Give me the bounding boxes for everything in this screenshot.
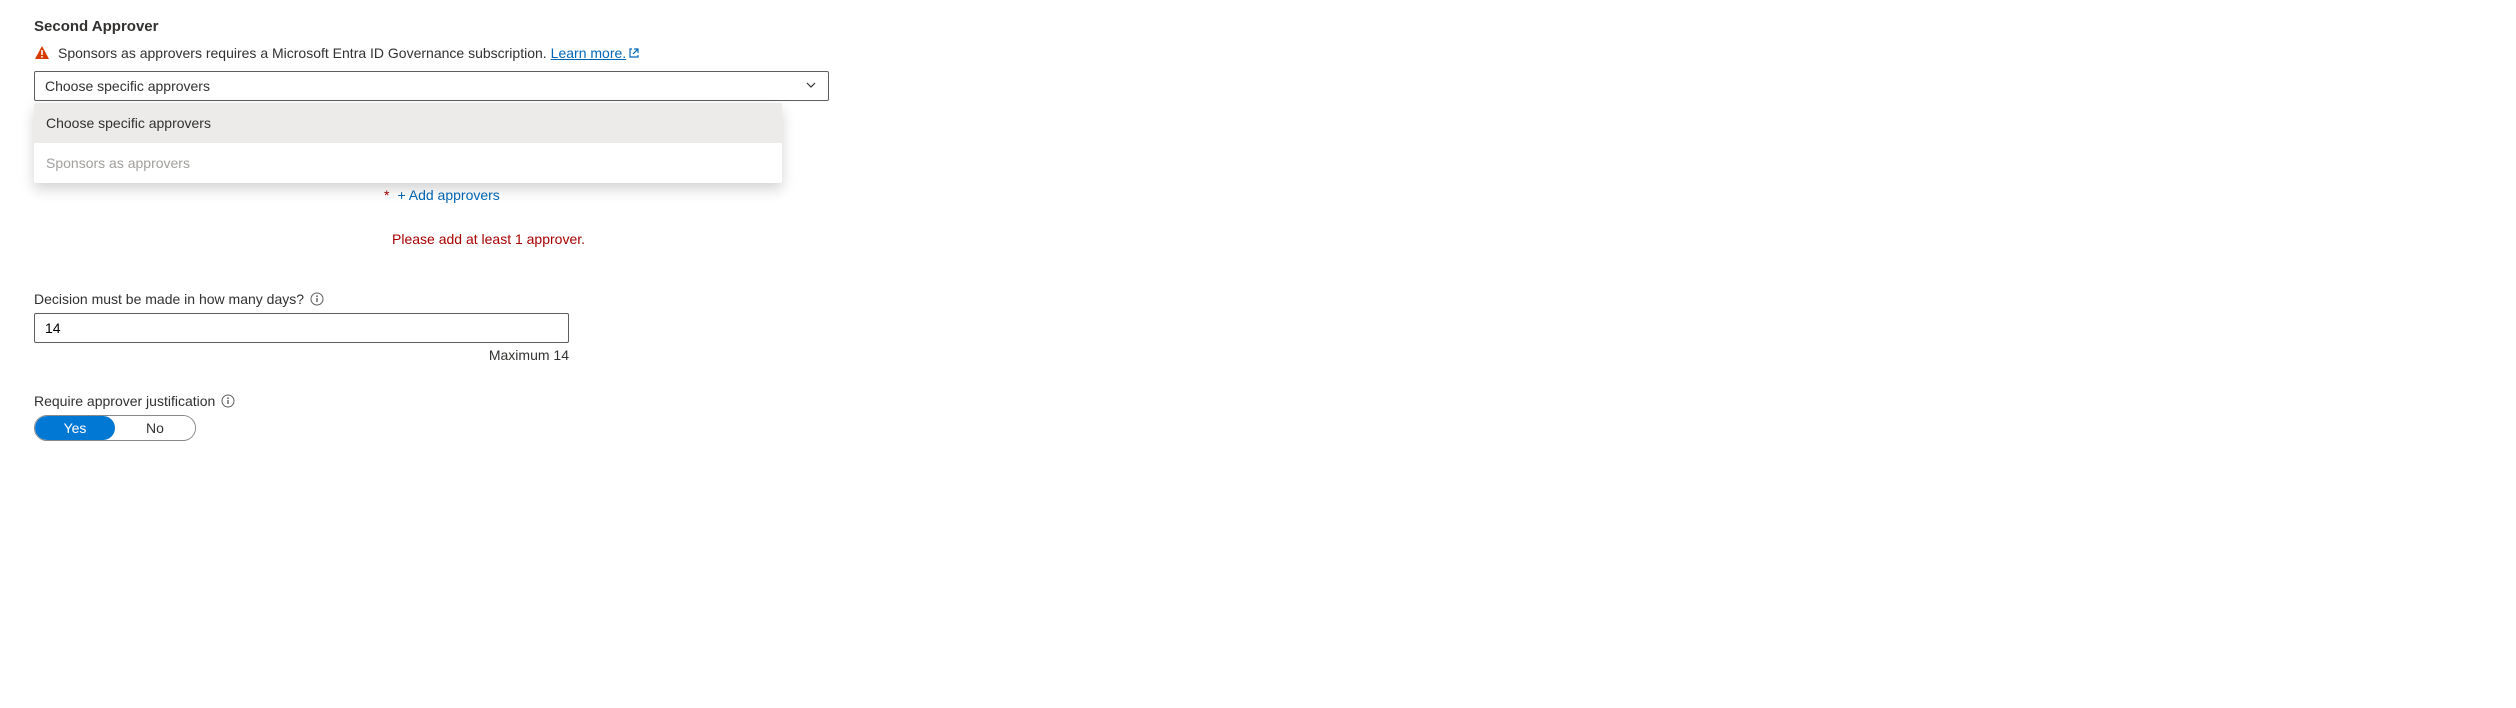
warning-text: Sponsors as approvers requires a Microso… xyxy=(58,45,547,61)
learn-more-link[interactable]: Learn more. xyxy=(551,45,626,61)
approver-type-dropdown[interactable]: Choose specific approvers xyxy=(34,71,829,101)
option-sponsors: Sponsors as approvers xyxy=(34,143,782,183)
approver-type-dropdown-wrapper: Choose specific approvers Choose specifi… xyxy=(34,71,829,101)
add-approvers-row: * + Add approvers xyxy=(384,187,2482,203)
warning-triangle-icon xyxy=(34,45,50,61)
decision-days-label-row: Decision must be made in how many days? xyxy=(34,291,2482,307)
option-choose-specific[interactable]: Choose specific approvers xyxy=(34,103,782,143)
add-approvers-link[interactable]: + Add approvers xyxy=(397,187,499,203)
required-indicator: * xyxy=(384,187,389,203)
decision-days-input[interactable] xyxy=(34,313,569,343)
approver-type-selected: Choose specific approvers xyxy=(45,78,210,94)
justification-no[interactable]: No xyxy=(115,416,195,440)
justification-label-row: Require approver justification xyxy=(34,393,2482,409)
section-title: Second Approver xyxy=(34,18,2482,35)
external-link-icon xyxy=(628,47,640,59)
justification-toggle: Yes No xyxy=(34,415,196,441)
warning-row: Sponsors as approvers requires a Microso… xyxy=(34,45,2482,61)
approver-type-listbox: Choose specific approvers Sponsors as ap… xyxy=(34,103,782,183)
info-icon[interactable] xyxy=(221,394,235,408)
chevron-down-icon xyxy=(804,78,818,95)
justification-label: Require approver justification xyxy=(34,393,215,409)
decision-days-label: Decision must be made in how many days? xyxy=(34,291,304,307)
info-icon[interactable] xyxy=(310,292,324,306)
approvers-error-text: Please add at least 1 approver. xyxy=(392,231,2482,247)
decision-days-helper: Maximum 14 xyxy=(34,347,569,363)
justification-yes[interactable]: Yes xyxy=(35,416,115,440)
